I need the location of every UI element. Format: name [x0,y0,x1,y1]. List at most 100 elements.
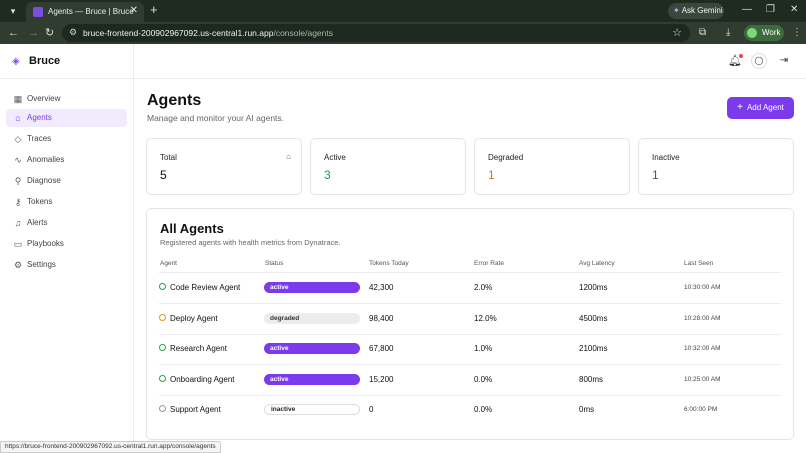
stat-card-inactive: Inactive 1 [638,138,794,195]
tokens-today: 98,400 [369,314,394,323]
stat-card-active: Active 3 [310,138,466,195]
sidebar-item-agents[interactable]: ⌂ Agents [6,109,127,127]
ask-gemini-button[interactable]: ✦ Ask Gemini [668,3,724,19]
stat-label: Degraded [488,153,524,162]
bot-icon: ⌂ [286,152,291,161]
link-hover-status: https://bruce-frontend-200902967092.us-c… [0,441,221,453]
add-agent-button[interactable]: + Add Agent [727,97,794,119]
reload-icon[interactable]: ↻ [45,26,54,40]
status-warning-icon [159,314,166,321]
back-icon[interactable]: ← [8,26,19,40]
add-agent-label: Add Agent [746,103,784,112]
topbar-divider [134,78,806,79]
table-row[interactable]: Code Review Agent active 42,300 2.0% 120… [159,273,781,303]
restore-icon[interactable]: ❐ [766,3,775,17]
status-inactive-icon [159,405,166,412]
tokens-today: 0 [369,405,374,414]
column-header-latency[interactable]: Avg Latency [579,260,615,267]
url-path: /console/agents [273,28,333,38]
site-info-icon[interactable]: ⚙ [69,27,77,38]
key-icon: ⚷ [14,197,22,207]
sidebar-item-label: Playbooks [27,239,64,248]
last-seen: 10:25:00 AM [684,376,721,383]
error-rate: 0.0% [474,405,493,414]
new-tab-icon[interactable]: + [150,3,158,17]
table-row[interactable]: Deploy Agent degraded 98,400 12.0% 4500m… [159,304,781,334]
forward-icon[interactable]: → [28,26,39,40]
avg-latency: 2100ms [579,344,608,353]
activity-icon: ∿ [14,155,22,165]
status-badge: active [264,374,360,385]
agents-table-card: All Agents Registered agents with health… [146,208,794,440]
bookmark-star-icon[interactable]: ☆ [672,26,682,39]
sidebar-item-settings[interactable]: ⚙ Settings [6,256,127,274]
stat-card-degraded: Degraded 1 [474,138,630,195]
table-row[interactable]: Support Agent inactive 0 0.0% 0ms 6:00:0… [159,395,781,425]
sidebar-item-diagnose[interactable]: ⚲ Diagnose [6,172,127,190]
tab-close-icon[interactable]: ✕ [130,5,138,16]
last-seen: 6:00:00 PM [684,406,718,413]
tab-title: Agents — Bruce | Bruce [48,7,134,16]
profile-label: Work [762,28,781,37]
address-bar[interactable]: ⚙ bruce-frontend-200902967092.us-central… [62,24,690,42]
avg-latency: 800ms [579,375,604,384]
sidebar-item-overview[interactable]: ▦ Overview [6,90,127,108]
profile-avatar [747,28,757,38]
sidebar-item-alerts[interactable]: ♫ Alerts [6,214,127,232]
column-header-tokens[interactable]: Tokens Today [369,260,409,267]
ask-gemini-label: Ask Gemini [681,6,723,15]
brand-name: Bruce [29,55,61,67]
plus-icon: + [737,102,743,113]
logout-icon[interactable]: ⇥ [777,54,791,68]
stat-value: 5 [160,168,167,182]
close-window-icon[interactable]: ✕ [790,3,798,17]
tab-search-icon[interactable]: ▾ [6,4,20,18]
browser-toolbar: ← → ↻ ⚙ bruce-frontend-200902967092.us-c… [0,22,806,44]
sidebar-item-label: Settings [27,260,56,269]
minimize-icon[interactable]: — [742,3,752,17]
last-seen: 10:30:00 AM [684,284,721,291]
agent-name: Code Review Agent [170,283,241,292]
agent-name: Deploy Agent [170,314,218,323]
status-badge: active [264,282,360,293]
bot-icon: ⌂ [15,113,21,123]
column-header-error-rate[interactable]: Error Rate [474,260,504,267]
stat-value: 1 [488,168,495,182]
grid-icon: ▦ [13,94,23,104]
table-row[interactable]: Research Agent active 67,800 1.0% 2100ms… [159,334,781,364]
sidebar-item-label: Anomalies [27,155,65,164]
last-seen: 10:28:00 AM [684,315,721,322]
last-seen: 10:32:00 AM [684,345,721,352]
sidebar-item-traces[interactable]: ◇ Traces [6,130,127,148]
browser-tab-bar: ▾ Agents — Bruce | Bruce ✕ + ✦ Ask Gemini… [0,0,806,22]
bruce-logo-icon: ◈ [12,56,20,67]
table-row[interactable]: Onboarding Agent active 15,200 0.0% 800m… [159,365,781,395]
sidebar-item-anomalies[interactable]: ∿ Anomalies [6,151,127,169]
download-icon[interactable]: ⤓ [726,26,730,40]
url-text: bruce-frontend-200902967092.us-central1.… [83,28,333,38]
page-title: Agents [147,92,202,109]
profile-button[interactable]: Work [744,25,784,41]
browser-tab[interactable]: Agents — Bruce | Bruce ✕ [26,2,144,22]
agent-name: Support Agent [170,405,221,414]
status-badge: inactive [264,404,360,415]
column-header-status[interactable]: Status [265,260,283,267]
sidebar-item-label: Alerts [27,218,48,227]
status-badge: active [264,343,360,354]
sidebar-item-tokens[interactable]: ⚷ Tokens [6,193,127,211]
gemini-icon: ✦ [673,6,680,15]
url-host: bruce-frontend-200902967092.us-central1.… [83,28,274,38]
error-rate: 0.0% [474,375,493,384]
table-subtitle: Registered agents with health metrics fr… [160,238,341,247]
status-check-icon [159,283,166,290]
column-header-agent[interactable]: Agent [160,260,177,267]
more-menu-icon[interactable]: ⋮ [792,26,802,40]
sidebar-item-playbooks[interactable]: ▭ Playbooks [6,235,127,253]
error-rate: 1.0% [474,344,493,353]
column-header-last-seen[interactable]: Last Seen [684,260,713,267]
extensions-icon[interactable]: ⧉ [699,26,706,40]
error-rate: 2.0% [474,283,493,292]
status-badge: degraded [264,313,360,324]
sidebar-item-label: Traces [27,134,52,143]
user-icon[interactable]: ◯ [751,53,767,69]
